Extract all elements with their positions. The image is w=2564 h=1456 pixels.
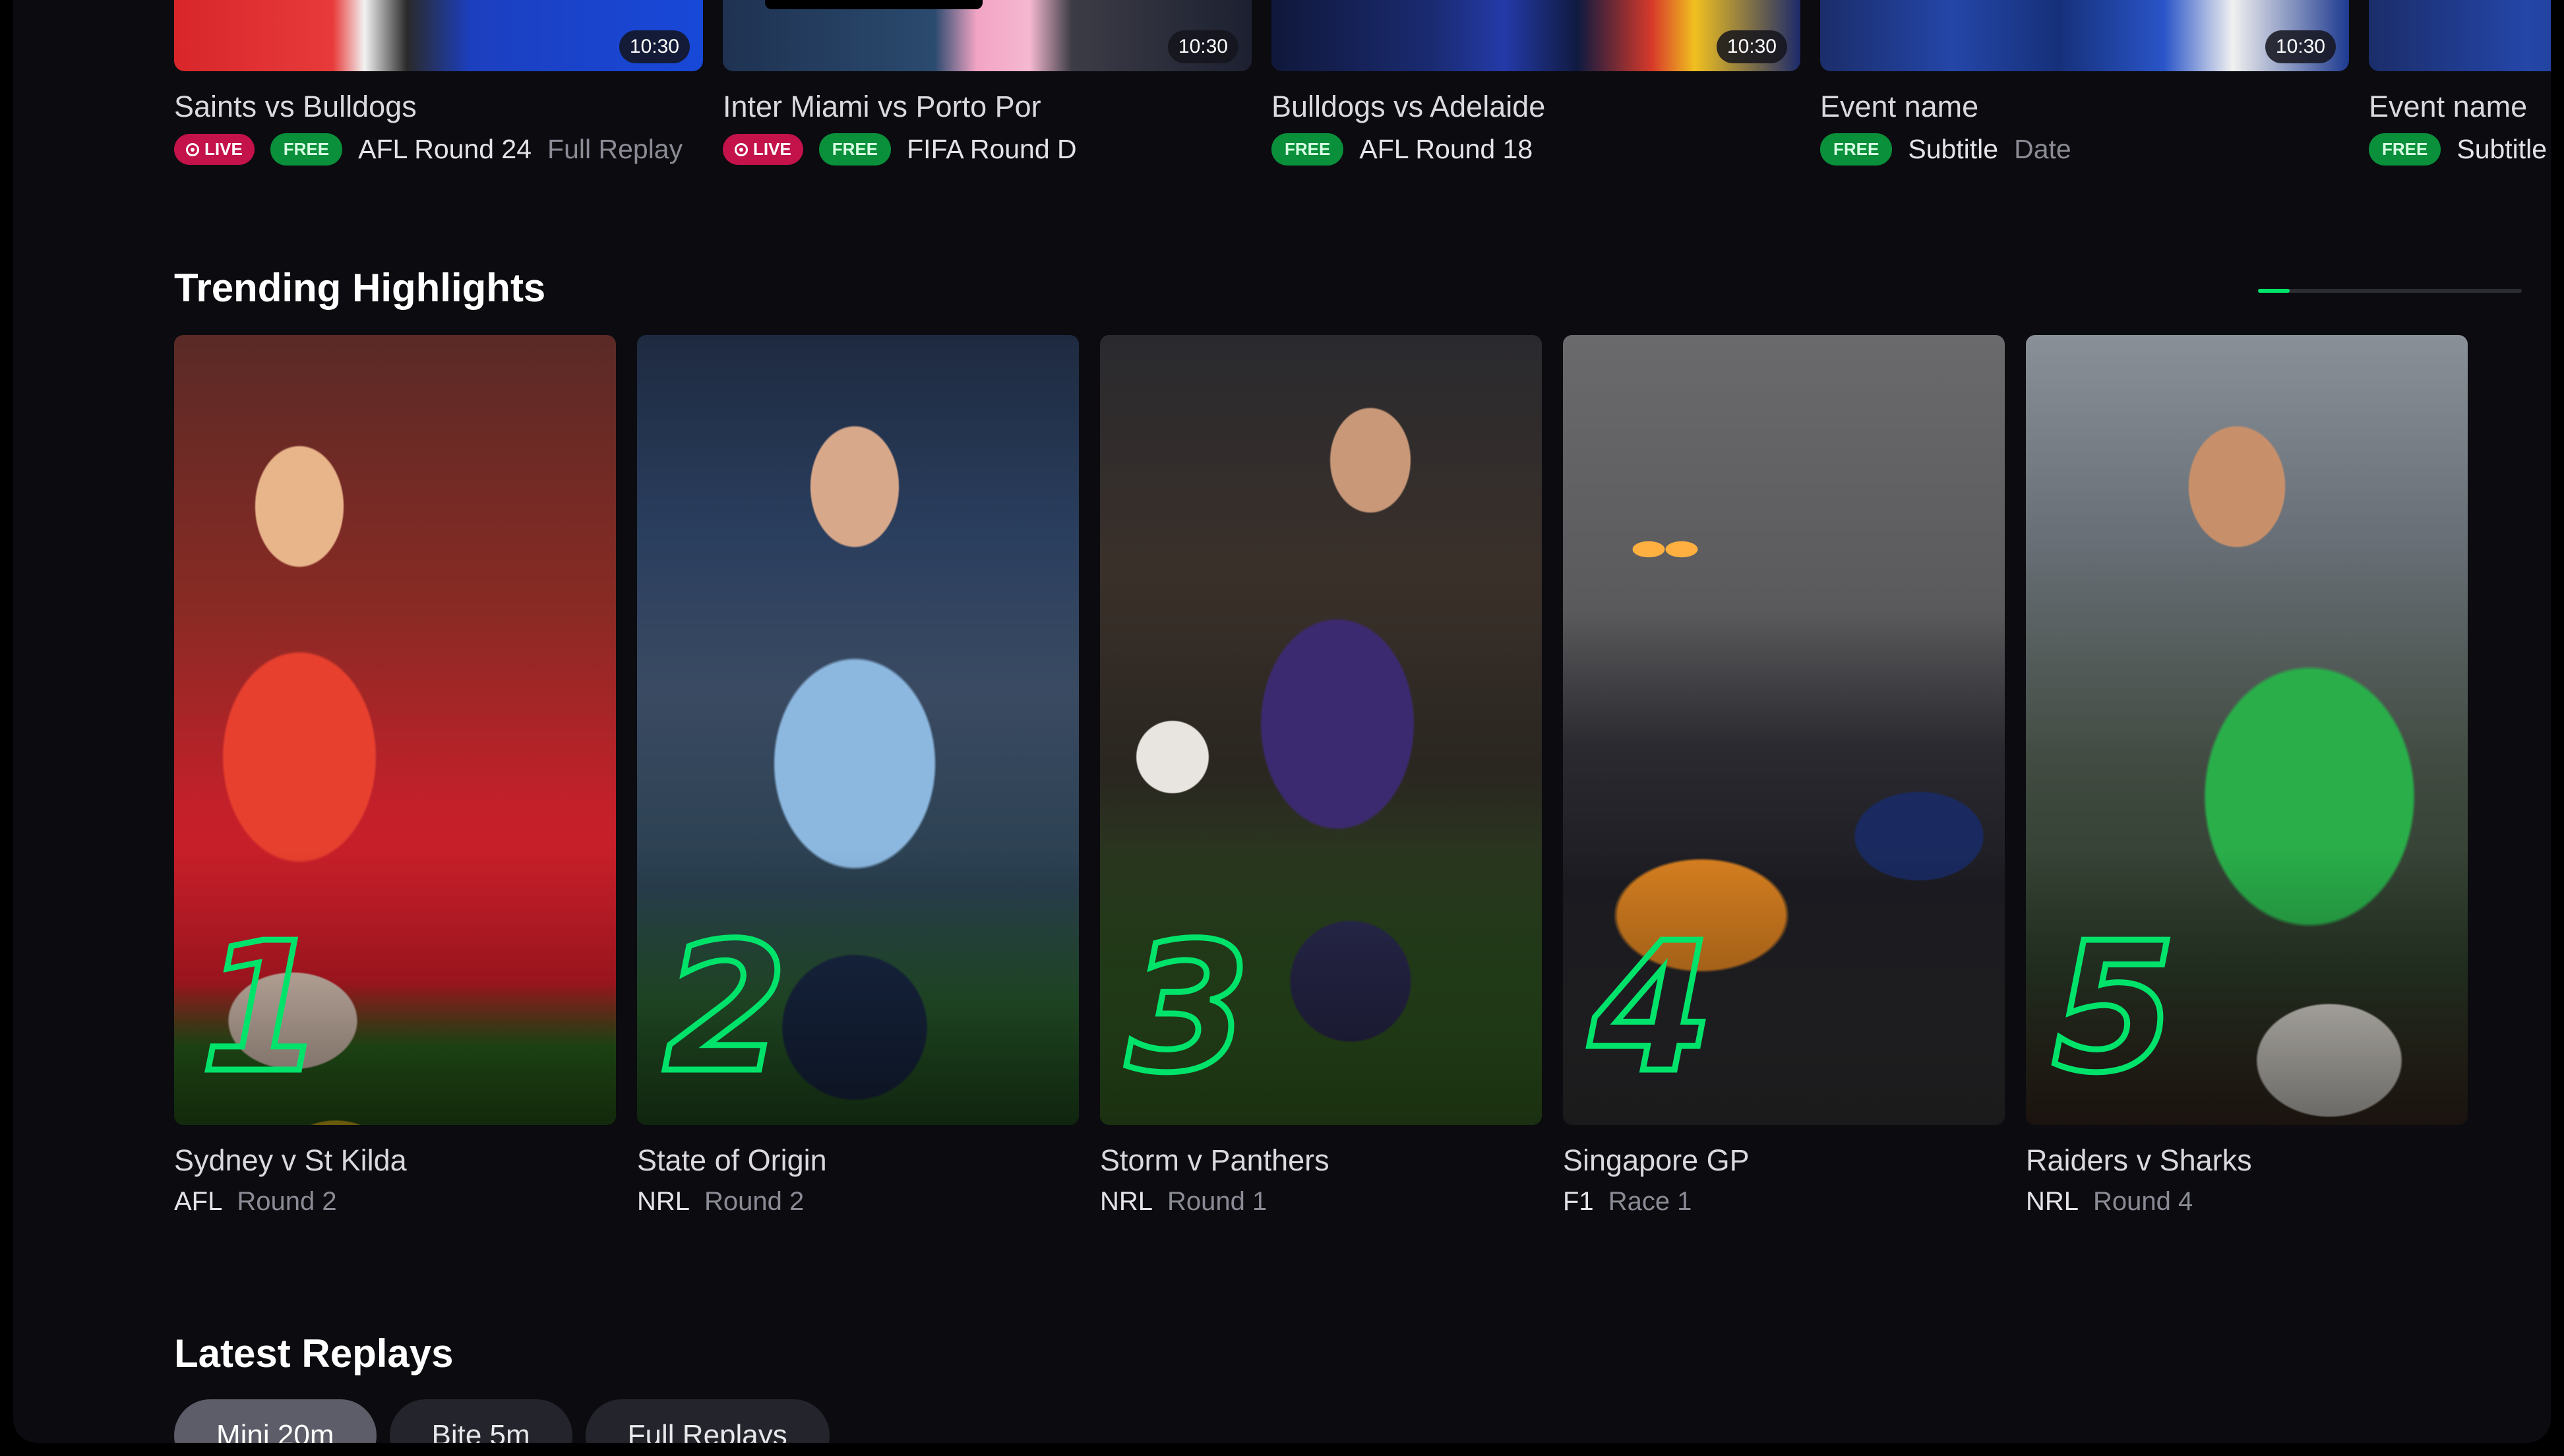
chip-full-replays[interactable]: Full Replays [585,1399,830,1443]
event-card[interactable]: 10:30 Event name FREE Subtitle Date [1820,0,2349,166]
highlight-title: Singapore GP [1563,1143,1750,1177]
event-meta: FREE AFL Round 18 [1271,133,1800,166]
event-card[interactable]: 10:30 Bulldogs vs Adelaide FREE AFL Roun… [1271,0,1800,166]
highlight-meta: NRL Round 4 [2026,1187,2468,1217]
highlight-meta: NRL Round 1 [1100,1187,1542,1217]
rank-number: 5 [2050,904,2180,1112]
highlight-league: NRL [637,1187,690,1216]
duration-badge: 10:30 [1167,30,1238,63]
highlight-league: NRL [1100,1187,1153,1216]
live-label: LIVE [753,139,791,159]
event-thumbnail[interactable]: 10:30 [174,0,703,71]
highlight-card[interactable]: 5 Raiders v Sharks NRL Round 4 [2026,335,2468,1217]
highlight-title: Raiders v Sharks [2026,1143,2252,1177]
duration-badge: 10:30 [2265,30,2336,63]
event-title: Saints vs Bulldogs [174,90,417,123]
event-thumbnail[interactable]: 10:30 [1820,0,2349,71]
rank-number: 3 [1124,904,1254,1112]
highlight-title: Storm v Panthers [1100,1143,1329,1177]
camera-notch [765,0,983,9]
event-subtitle: AFL Round 24 [358,134,532,164]
highlight-round: Race 1 [1608,1187,1692,1216]
highlight-thumbnail[interactable]: 3 [1100,335,1542,1125]
event-meta: LIVE FREE AFL Round 24 Full Replay [174,133,703,166]
event-row: 10:30 Saints vs Bulldogs LIVE FREE AFL R… [174,0,2551,171]
highlight-thumbnail[interactable]: 5 [2026,335,2468,1125]
event-title: Inter Miami vs Porto Por [723,90,1041,123]
highlight-round: Round 1 [1167,1187,1267,1216]
highlight-round: Round 2 [704,1187,805,1216]
event-thumbnail[interactable]: 10:30 [1271,0,1800,71]
event-meta: FREE Subtitle Date [1820,133,2349,166]
event-subtitle: Subtitle [2457,134,2548,164]
free-badge: FREE [818,133,892,166]
highlight-league: NRL [2026,1187,2079,1216]
highlight-card[interactable]: 4 Singapore GP F1 Race 1 [1563,335,2005,1217]
highlight-thumbnail[interactable]: 4 [1563,335,2005,1125]
free-badge: FREE [270,133,343,166]
highlight-title: State of Origin [637,1143,827,1177]
live-label: LIVE [204,139,243,159]
event-title: Event name [1820,90,1979,123]
chip-mini-20m[interactable]: Mini 20m [174,1399,377,1443]
free-badge: FREE [1820,133,1893,166]
highlight-thumbnail[interactable]: 1 [174,335,616,1125]
event-extra: Date [2014,134,2071,164]
event-card[interactable]: 10:30 Saints vs Bulldogs LIVE FREE AFL R… [174,0,703,166]
highlight-thumbnail[interactable]: 2 [637,335,1079,1125]
event-subtitle: AFL Round 18 [1359,134,1533,164]
highlight-league: AFL [174,1187,223,1216]
event-title: Bulldogs vs Adelaide [1271,90,1546,123]
highlight-card[interactable]: 1 Sydney v St Kilda AFL Round 2 [174,335,616,1217]
rank-number: 4 [1587,904,1717,1112]
event-card[interactable]: Event name FREE Subtitle [2369,0,2551,166]
carousel-progress-fill [2258,289,2290,293]
highlight-card[interactable]: 2 State of Origin NRL Round 2 [637,335,1079,1217]
event-extra: Full Replay [547,134,683,164]
live-badge: LIVE [723,134,803,165]
highlight-meta: NRL Round 2 [637,1187,1079,1217]
event-meta: LIVE FREE FIFA Round D [723,133,1252,166]
highlight-league: F1 [1563,1187,1594,1216]
event-thumbnail[interactable] [2369,0,2551,71]
duration-badge: 10:30 [1716,30,1787,63]
rank-number: 2 [661,904,791,1112]
trending-section-title: Trending Highlights [174,266,546,310]
highlight-round: Round 2 [237,1187,337,1216]
live-broadcast-icon [186,142,199,156]
highlight-card[interactable]: 3 Storm v Panthers NRL Round 1 [1100,335,1542,1217]
highlight-round: Round 4 [2093,1187,2193,1216]
duration-badge: 10:30 [619,30,690,63]
event-title: Event name [2369,90,2528,123]
carousel-progress [2258,289,2522,293]
event-subtitle: FIFA Round D [907,134,1077,164]
free-badge: FREE [1271,133,1344,166]
event-meta: FREE Subtitle [2369,133,2551,166]
rank-number: 1 [198,904,328,1112]
highlight-title: Sydney v St Kilda [174,1143,407,1177]
free-badge: FREE [2369,133,2441,166]
highlight-meta: F1 Race 1 [1563,1187,2005,1217]
latest-section-title: Latest Replays [174,1331,454,1376]
live-badge: LIVE [174,134,255,165]
replay-filter-chips: Mini 20m Bite 5m Full Replays [174,1399,830,1443]
app-screen: 10:30 Saints vs Bulldogs LIVE FREE AFL R… [13,0,2551,1443]
event-subtitle: Subtitle [1908,134,1999,164]
live-broadcast-icon [735,142,748,156]
chip-bite-5m[interactable]: Bite 5m [389,1399,572,1443]
event-thumbnail[interactable]: 10:30 [723,0,1252,71]
event-card[interactable]: 10:30 Inter Miami vs Porto Por LIVE FREE… [723,0,1252,166]
highlight-meta: AFL Round 2 [174,1187,616,1217]
